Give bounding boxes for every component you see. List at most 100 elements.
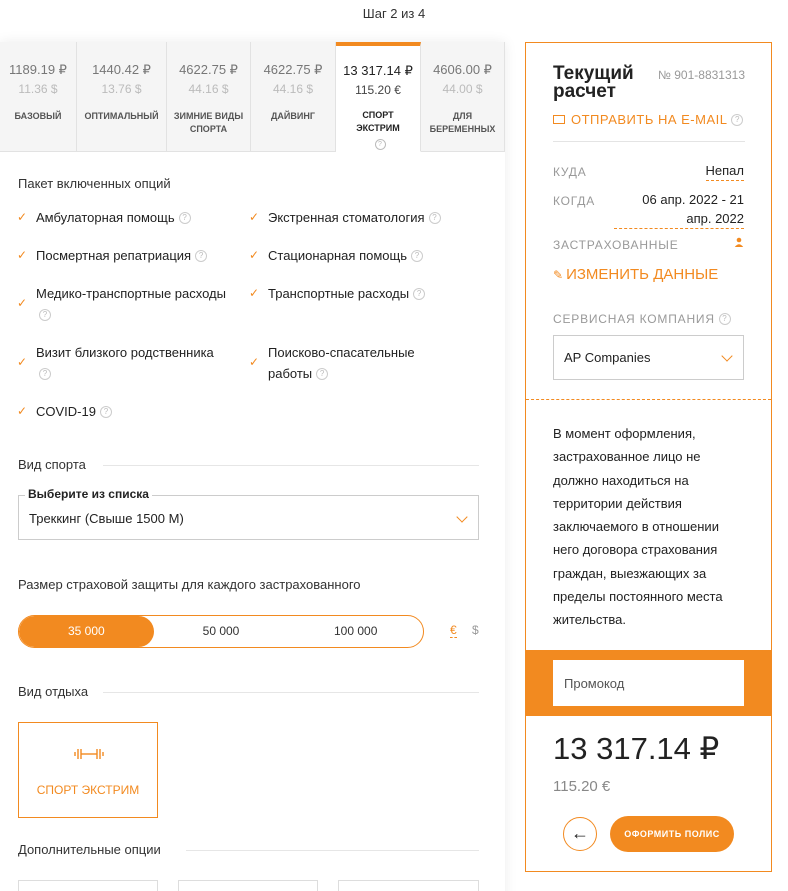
service-company-select[interactable]: AP Companies (553, 335, 744, 380)
help-icon[interactable]: ? (178, 212, 191, 224)
divider (526, 399, 771, 400)
calculator-panel: 1189.19 ₽ 11.36 $ БАЗОВЫЙ 1440.42 ₽ 13.7… (0, 42, 505, 891)
summary-title: Текущий расчет (553, 63, 634, 102)
check-icon: ✓ (249, 286, 260, 300)
tab-label: СПОРТ ЭКСТРИМ (356, 110, 400, 133)
help-icon[interactable]: ? (410, 250, 423, 262)
check-icon: ✓ (249, 210, 260, 224)
additional-option-card[interactable] (178, 880, 318, 891)
sport-select[interactable]: Выберите из списка Треккинг (Свыше 1500 … (18, 487, 479, 540)
coverage-option[interactable]: 50 000 (154, 616, 289, 647)
total-price-eur: 115.20 € (553, 778, 611, 795)
coverage-selector: 35 000 50 000 100 000 (18, 615, 424, 648)
tab-price-foreign: 11.36 $ (18, 82, 58, 96)
total-price-rub: 13 317.14 ₽ (553, 731, 720, 766)
step-indicator: Шаг 2 из 4 (362, 6, 426, 21)
insured-label: ЗАСТРАХОВАННЫЕ (553, 238, 679, 252)
tab-basic[interactable]: 1189.19 ₽ 11.36 $ БАЗОВЫЙ (0, 42, 77, 152)
tab-pregnancy[interactable]: 4606.00 ₽ 44.00 $ ДЛЯ БЕРЕМЕННЫХ (421, 42, 505, 152)
service-company-value: AP Companies (564, 350, 651, 365)
option-item: ✓ Экстренная стоматология? (249, 207, 441, 228)
tab-label: ЗИМНИЕ ВИДЫ СПОРТА (173, 111, 244, 134)
back-arrow-button[interactable]: ← (563, 817, 597, 851)
notice-text: В момент оформления, застрахованное лицо… (553, 426, 723, 628)
calculation-number: № 901-8831313 (658, 68, 745, 82)
person-icon (734, 237, 744, 247)
rest-title: Вид отдыха (18, 684, 89, 699)
help-icon[interactable]: ? (195, 250, 208, 262)
tab-price-foreign: 115.20 € (355, 83, 401, 97)
service-label: СЕРВИСНАЯ КОМПАНИЯ? (553, 312, 731, 326)
tab-price-foreign: 44.16 $ (272, 82, 314, 96)
check-icon: ✓ (249, 355, 260, 369)
tab-price-rub: 1440.42 ₽ (92, 62, 151, 77)
check-icon: ✓ (17, 210, 28, 224)
envelope-icon (553, 115, 565, 124)
help-icon[interactable]: ? (374, 139, 386, 150)
option-item: ✓ Визит близкого родственника? (17, 345, 214, 380)
option-item: ✓ Амбулаторная помощь? (17, 207, 191, 228)
help-icon[interactable]: ? (718, 313, 731, 325)
tab-price-foreign: 44.00 $ (442, 82, 483, 96)
option-item: ✓ Посмертная репатриация? (17, 245, 208, 266)
tab-price-rub: 4622.75 ₽ (179, 62, 238, 77)
tab-label: БАЗОВЫЙ (14, 111, 62, 121)
tab-price-rub: 4606.00 ₽ (433, 62, 492, 77)
tab-price-foreign: 44.16 $ (188, 82, 229, 96)
summary-panel: Текущий расчет № 901-8831313 ОТПРАВИТЬ Н… (525, 42, 772, 872)
additional-title: Дополнительные опции (18, 842, 161, 857)
rest-type-card[interactable]: СПОРТ ЭКСТРИМ (18, 722, 158, 818)
coverage-option[interactable]: 100 000 (288, 616, 423, 647)
tab-optimal[interactable]: 1440.42 ₽ 13.76 $ ОПТИМАЛЬНЫЙ (77, 42, 167, 152)
promo-code-input[interactable] (553, 660, 744, 706)
option-item: ✓ Поисково-спасательные работы? (249, 345, 415, 381)
check-icon: ✓ (17, 248, 28, 262)
help-icon[interactable]: ? (39, 368, 51, 380)
select-label: Выберите из списка (25, 487, 152, 501)
options-title: Пакет включенных опций (18, 176, 171, 191)
divider (103, 465, 479, 466)
chevron-down-icon (456, 511, 468, 523)
option-item: ✓ Стационарная помощь? (249, 245, 423, 266)
sport-title: Вид спорта (18, 457, 86, 472)
divider (553, 141, 745, 142)
option-item: ✓ Медико-транспортные расходы? (17, 286, 226, 321)
coverage-title: Размер страховой защиты для каждого заст… (18, 577, 361, 592)
help-icon[interactable]: ? (39, 309, 51, 321)
select-value: Треккинг (Свыше 1500 М) (29, 511, 184, 526)
divider (186, 850, 479, 851)
option-item: ✓ COVID-19? (17, 401, 112, 422)
when-label: КОГДА (553, 194, 596, 208)
coverage-option[interactable]: 35 000 (19, 616, 154, 647)
tab-winter-sports[interactable]: 4622.75 ₽ 44.16 $ ЗИМНИЕ ВИДЫ СПОРТА (167, 42, 251, 152)
promo-section (526, 650, 771, 716)
check-icon: ✓ (17, 296, 28, 310)
where-label: КУДА (553, 165, 587, 179)
chevron-down-icon (721, 350, 733, 362)
pencil-icon: ✎ (553, 268, 564, 282)
order-policy-button[interactable]: ОФОРМИТЬ ПОЛИС (610, 816, 734, 852)
currency-eur[interactable]: € (450, 623, 457, 638)
tab-extreme-sport[interactable]: 13 317.14 ₽ 115.20 € СПОРТ ЭКСТРИМ ? (336, 42, 421, 152)
tab-price-rub: 13 317.14 ₽ (343, 63, 413, 78)
tab-label: ОПТИМАЛЬНЫЙ (84, 111, 159, 121)
help-icon[interactable]: ? (316, 368, 329, 380)
tab-diving[interactable]: 4622.75 ₽ 44.16 $ ДАЙВИНГ (251, 42, 336, 152)
plan-tabs: 1189.19 ₽ 11.36 $ БАЗОВЫЙ 1440.42 ₽ 13.7… (0, 42, 505, 152)
help-icon[interactable]: ? (428, 212, 441, 224)
send-email-link[interactable]: ОТПРАВИТЬ НА E-MAIL? (553, 112, 744, 127)
where-value[interactable]: Непал (705, 161, 744, 181)
additional-option-card[interactable] (338, 880, 479, 891)
option-item: ✓ Транспортные расходы? (249, 283, 426, 304)
currency-usd[interactable]: $ (472, 623, 479, 637)
change-data-link[interactable]: ✎ ИЗМЕНИТЬ ДАННЫЕ (553, 266, 718, 283)
divider (103, 692, 479, 693)
tab-price-rub: 1189.19 ₽ (9, 62, 67, 77)
help-icon[interactable]: ? (99, 406, 112, 418)
help-icon[interactable]: ? (731, 114, 744, 126)
help-icon[interactable]: ? (413, 288, 426, 300)
when-value[interactable]: 06 апр. 2022 - 21 апр. 2022 (614, 190, 744, 229)
tab-label: ДАЙВИНГ (271, 111, 315, 121)
additional-option-card[interactable] (18, 880, 158, 891)
rest-type-label: СПОРТ ЭКСТРИМ (36, 783, 140, 797)
